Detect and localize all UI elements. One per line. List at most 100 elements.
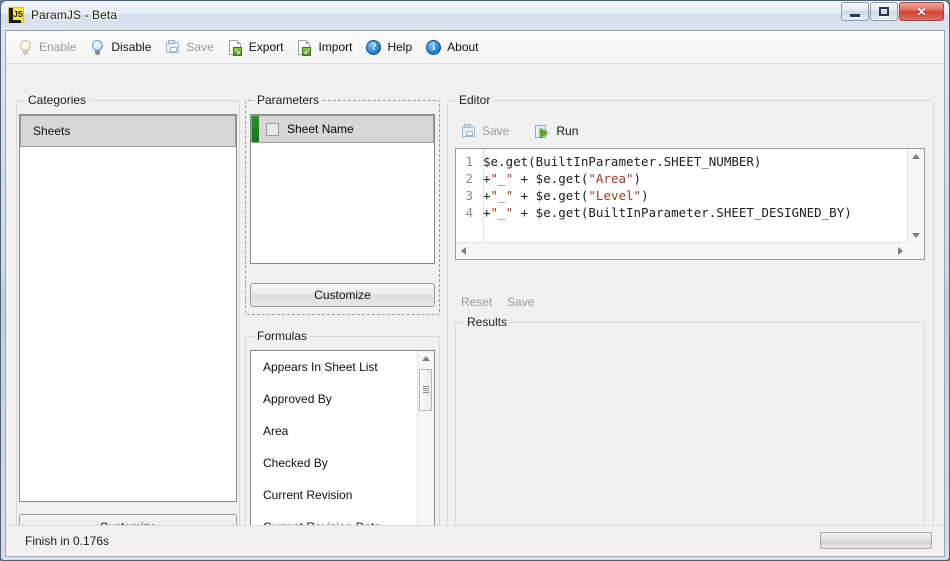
toolbar-export-button[interactable]: ↘ Export — [222, 33, 292, 61]
editor-horizontal-scrollbar[interactable] — [456, 242, 908, 259]
code-line: 1 $e.get(BuiltInParameter.SHEET_NUMBER) — [456, 153, 908, 170]
parameters-customize-button[interactable]: Customize — [250, 283, 435, 307]
export-page-icon: ↘ — [227, 39, 244, 56]
gutter-separator — [483, 149, 484, 243]
save-disk-icon — [164, 39, 181, 56]
toolbar-import-label: Import — [318, 40, 352, 54]
code-line: 2 +"_" + $e.get("Area") — [456, 170, 908, 187]
list-item[interactable]: Appears In Sheet List — [251, 351, 417, 383]
code-string: "Level" — [588, 188, 641, 203]
minimize-button[interactable] — [841, 2, 869, 21]
formulas-list[interactable]: Appears In Sheet List Approved By Area C… — [250, 350, 435, 540]
formulas-item-label: Checked By — [263, 456, 328, 470]
status-message: Finish in 0.176s — [25, 534, 109, 548]
list-item[interactable]: Approved By — [251, 383, 417, 415]
sheet-name-checkbox[interactable] — [266, 123, 279, 136]
scroll-up-icon[interactable] — [912, 154, 920, 159]
editor-vertical-scrollbar[interactable] — [907, 149, 924, 243]
parameters-customize-label: Customize — [314, 288, 371, 302]
import-page-icon: ↙ — [296, 39, 313, 56]
toolbar-about-button[interactable]: i About — [420, 33, 486, 61]
info-circle-icon: i — [425, 39, 442, 56]
formulas-item-label: Current Revision — [263, 488, 352, 502]
code-segment: + $e.get( — [513, 171, 588, 186]
toolbar-help-label: Help — [387, 40, 412, 54]
code-line: 4 +"_" + $e.get(BuiltInParameter.SHEET_D… — [456, 204, 908, 221]
editor-reset-button[interactable]: Reset — [461, 295, 492, 309]
code-segment: + — [483, 171, 491, 186]
code-string: "_" — [491, 205, 514, 220]
client-area: Enable Disable Save ↘ Export — [5, 30, 945, 557]
parameters-item-label: Sheet Name — [287, 122, 354, 136]
parameters-list[interactable]: Sheet Name — [250, 114, 435, 264]
editor-run-button[interactable]: Run — [529, 117, 586, 145]
window-title: ParamJS - Beta — [31, 8, 117, 22]
active-marker-icon — [252, 116, 259, 142]
formulas-group-label: Formulas — [254, 329, 310, 343]
line-number: 2 — [456, 170, 478, 187]
help-circle-icon: ? — [365, 39, 382, 56]
formulas-item-label: Appears In Sheet List — [263, 360, 378, 374]
results-group: Results — [455, 315, 925, 539]
results-content[interactable] — [456, 331, 924, 537]
save-disk-icon — [460, 123, 477, 140]
toolbar-disable-label: Disable — [111, 40, 151, 54]
editor-group: Editor Save Run — [447, 93, 934, 548]
line-number: 4 — [456, 204, 478, 221]
maximize-icon — [879, 7, 889, 16]
toolbar-save-label: Save — [186, 40, 213, 54]
categories-group-label: Categories — [25, 93, 89, 107]
scroll-up-icon[interactable] — [422, 356, 430, 361]
maximize-button[interactable] — [870, 2, 898, 21]
scrollbar-thumb[interactable] — [419, 369, 432, 411]
title-bar: JS ParamJS - Beta ✕ — [1, 1, 949, 29]
categories-list[interactable]: Sheets — [19, 114, 237, 502]
run-arrow-icon — [534, 123, 551, 140]
categories-item-label: Sheets — [33, 124, 70, 138]
categories-group: Categories Sheets Customize — [16, 93, 240, 548]
code-segment: + — [483, 188, 491, 203]
minimize-icon — [850, 14, 860, 17]
code-segment: + $e.get(BuiltInParameter.SHEET_DESIGNED… — [513, 205, 852, 220]
list-item-sheet-name[interactable]: Sheet Name — [251, 115, 434, 143]
progress-bar — [820, 532, 932, 549]
code-string: "_" — [491, 171, 514, 186]
status-bar: Finish in 0.176s — [6, 525, 944, 556]
editor-save-button[interactable]: Save — [455, 117, 517, 145]
line-number: 1 — [456, 153, 478, 170]
formulas-item-label: Approved By — [263, 392, 332, 406]
parameters-group: Parameters Sheet Name Customize — [245, 93, 440, 315]
list-item[interactable]: Area — [251, 415, 417, 447]
close-icon: ✕ — [916, 6, 926, 18]
close-button[interactable]: ✕ — [899, 2, 944, 21]
code-segment: + — [483, 205, 491, 220]
window-controls: ✕ — [841, 2, 944, 21]
toolbar-disable-button[interactable]: Disable — [84, 33, 159, 61]
code-editor[interactable]: 1 $e.get(BuiltInParameter.SHEET_NUMBER) … — [455, 148, 925, 260]
toolbar-save-button[interactable]: Save — [159, 33, 221, 61]
code-segment: $e.get(BuiltInParameter.SHEET_NUMBER) — [483, 154, 761, 169]
js-icon: JS — [8, 7, 25, 24]
toolbar-help-button[interactable]: ? Help — [360, 33, 420, 61]
scroll-left-icon[interactable] — [461, 247, 466, 255]
list-item[interactable]: Current Revision — [251, 479, 417, 511]
parameters-group-label: Parameters — [254, 93, 322, 107]
list-item-sheets[interactable]: Sheets — [20, 115, 236, 147]
lightbulb-on-icon — [89, 39, 106, 56]
code-segment: + $e.get( — [513, 188, 588, 203]
editor-reset-save-button[interactable]: Save — [507, 295, 534, 309]
line-number: 3 — [456, 187, 478, 204]
scroll-down-icon[interactable] — [912, 233, 920, 238]
toolbar-import-button[interactable]: ↙ Import — [291, 33, 360, 61]
formulas-group: Formulas Appears In Sheet List Approved … — [245, 329, 440, 548]
code-content[interactable]: 1 $e.get(BuiltInParameter.SHEET_NUMBER) … — [456, 149, 908, 243]
main-toolbar: Enable Disable Save ↘ Export — [6, 31, 944, 64]
code-segment: ) — [641, 188, 649, 203]
editor-toolbar: Save Run — [455, 117, 586, 145]
list-item[interactable]: Checked By — [251, 447, 417, 479]
lightbulb-off-icon — [17, 39, 34, 56]
code-line: 3 +"_" + $e.get("Level") — [456, 187, 908, 204]
formulas-scrollbar[interactable] — [417, 351, 434, 539]
toolbar-enable-button[interactable]: Enable — [12, 33, 84, 61]
scroll-right-icon[interactable] — [898, 247, 903, 255]
